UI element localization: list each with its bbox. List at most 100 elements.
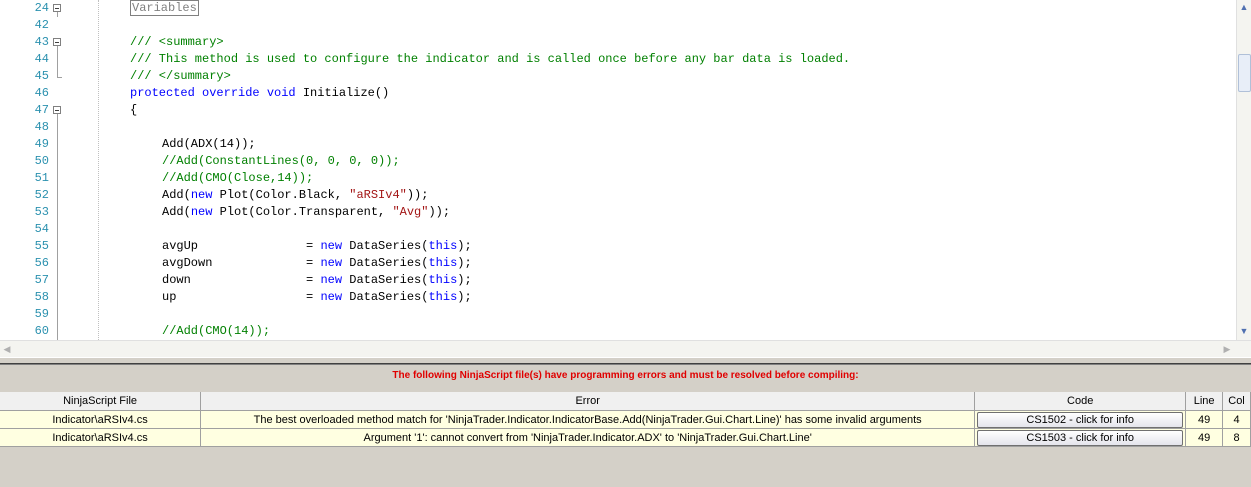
line-number: 50 — [34, 154, 49, 168]
code-token: /// <summary> — [130, 35, 224, 49]
line-number: 57 — [34, 273, 49, 287]
column-header-line[interactable]: Line — [1185, 392, 1224, 411]
line-number: 44 — [34, 52, 49, 66]
table-row[interactable]: Indicator\aRSIv4.cs Argument '1': cannot… — [0, 428, 1251, 447]
code-token: )); — [428, 205, 451, 219]
fold-guide — [57, 238, 58, 255]
panel-splitter[interactable] — [0, 357, 1251, 365]
code-token: DataSeries( — [342, 273, 429, 287]
error-code-cell: CS1503 - click for info — [974, 428, 1187, 447]
code-line[interactable]: Variables — [130, 0, 199, 17]
code-line[interactable]: //Add(CMO(14)); — [162, 323, 270, 340]
code-token: //Add(CMO(14)); — [162, 324, 271, 338]
fold-guide — [57, 306, 58, 323]
line-number: 59 — [34, 307, 49, 321]
code-line[interactable]: Add(ADX(14)); — [162, 136, 256, 153]
code-editor[interactable]: 24 42 43 44 45 46 47 48 49 50 51 52 53 54 55 56 57 58 59 60… — [0, 0, 1251, 340]
code-line[interactable]: //Add(ConstantLines(0, 0, 0, 0)); — [162, 153, 400, 170]
error-panel: The following NinjaScript file(s) have p… — [0, 366, 1251, 487]
code-token: ); — [457, 290, 472, 304]
code-token: "Avg" — [392, 205, 429, 219]
code-line[interactable]: //Add(CMO(Close,14)); — [162, 170, 313, 187]
error-line: 49 — [1185, 410, 1224, 429]
fold-guide — [57, 153, 58, 170]
code-line[interactable]: /// <summary> — [130, 34, 224, 51]
fold-guide — [57, 255, 58, 272]
code-line[interactable]: avgUp = new DataSeries(this); — [162, 238, 472, 255]
error-code-button[interactable]: CS1503 - click for info — [977, 429, 1184, 446]
error-col: 8 — [1222, 428, 1251, 447]
column-header-file[interactable]: NinjaScript File — [0, 392, 202, 411]
line-number: 49 — [34, 137, 49, 151]
error-code-cell: CS1502 - click for info — [974, 410, 1187, 429]
error-message: The best overloaded method match for 'Ni… — [200, 410, 976, 429]
code-line[interactable]: /// This method is used to configure the… — [130, 51, 850, 68]
code-token: //Add(ConstantLines(0, 0, 0, 0)); — [162, 154, 400, 168]
line-number: 55 — [34, 239, 49, 253]
code-line[interactable]: down = new DataSeries(this); — [162, 272, 472, 289]
code-line[interactable]: Add(new Plot(Color.Black, "aRSIv4")); — [162, 187, 428, 204]
code-line[interactable]: /// </summary> — [130, 68, 231, 85]
fold-guide — [57, 170, 58, 187]
error-code-button[interactable]: CS1502 - click for info — [977, 411, 1184, 428]
code-line[interactable]: { — [130, 102, 137, 119]
chevron-down-icon[interactable]: ▼ — [1237, 324, 1251, 338]
code-token: Initialize() — [295, 86, 390, 100]
code-token: DataSeries( — [342, 256, 429, 270]
code-token: new — [320, 239, 343, 253]
scrollbar-thumb[interactable] — [1238, 54, 1251, 92]
fold-guide — [57, 136, 58, 153]
line-number: 45 — [34, 69, 49, 83]
horizontal-scrollbar[interactable]: ◀ ▶ — [0, 340, 1251, 357]
line-number: 46 — [34, 86, 49, 100]
chevron-up-icon[interactable]: ▲ — [1237, 0, 1251, 14]
fold-guide — [57, 187, 58, 204]
region-label[interactable]: Variables — [130, 0, 199, 16]
collapse-icon[interactable] — [53, 38, 61, 46]
error-line: 49 — [1185, 428, 1224, 447]
indent-guide — [98, 0, 99, 340]
chevron-right-icon[interactable]: ▶ — [1220, 341, 1234, 357]
error-file: Indicator\aRSIv4.cs — [0, 410, 202, 429]
collapse-icon[interactable] — [53, 106, 61, 114]
code-token: DataSeries( — [342, 239, 429, 253]
code-token: /// This method is used to configure the… — [130, 52, 851, 66]
column-header-code[interactable]: Code — [974, 392, 1187, 411]
code-token: this — [428, 239, 458, 253]
code-token: new — [320, 290, 343, 304]
code-token: Add( — [162, 205, 191, 219]
error-table: NinjaScript File Error Code Line Col Ind… — [0, 392, 1251, 447]
code-token: Plot(Color.Black, — [212, 188, 350, 202]
code-token: this — [428, 290, 458, 304]
code-token: avgUp = — [162, 239, 321, 253]
table-row[interactable]: Indicator\aRSIv4.cs The best overloaded … — [0, 410, 1251, 429]
column-header-error[interactable]: Error — [200, 392, 976, 411]
fold-guide — [57, 272, 58, 289]
collapse-icon[interactable] — [53, 4, 61, 12]
chevron-left-icon[interactable]: ◀ — [0, 341, 14, 357]
code-token: ); — [457, 239, 472, 253]
code-token: //Add(CMO(Close,14)); — [162, 171, 314, 185]
line-number: 51 — [34, 171, 49, 185]
code-token: new — [190, 205, 213, 219]
code-token: protected override void — [130, 86, 296, 100]
line-number: 54 — [34, 222, 49, 236]
fold-end-marker — [57, 77, 62, 78]
column-header-col[interactable]: Col — [1222, 392, 1251, 411]
error-file: Indicator\aRSIv4.cs — [0, 428, 202, 447]
code-token: DataSeries( — [342, 290, 429, 304]
fold-guide — [57, 204, 58, 221]
fold-guide — [57, 12, 58, 17]
code-line[interactable]: avgDown = new DataSeries(this); — [162, 255, 472, 272]
code-token: "aRSIv4" — [349, 188, 407, 202]
vertical-scrollbar[interactable]: ▲ ▼ — [1236, 0, 1251, 340]
fold-guide — [57, 68, 58, 77]
code-line[interactable]: protected override void Initialize() — [130, 85, 389, 102]
code-line[interactable]: Add(new Plot(Color.Transparent, "Avg")); — [162, 204, 450, 221]
code-token: ); — [457, 273, 472, 287]
code-token: this — [428, 273, 458, 287]
code-token: )); — [406, 188, 429, 202]
code-line[interactable]: up = new DataSeries(this); — [162, 289, 472, 306]
line-number: 60 — [34, 324, 49, 338]
error-panel-title: The following NinjaScript file(s) have p… — [392, 370, 859, 381]
